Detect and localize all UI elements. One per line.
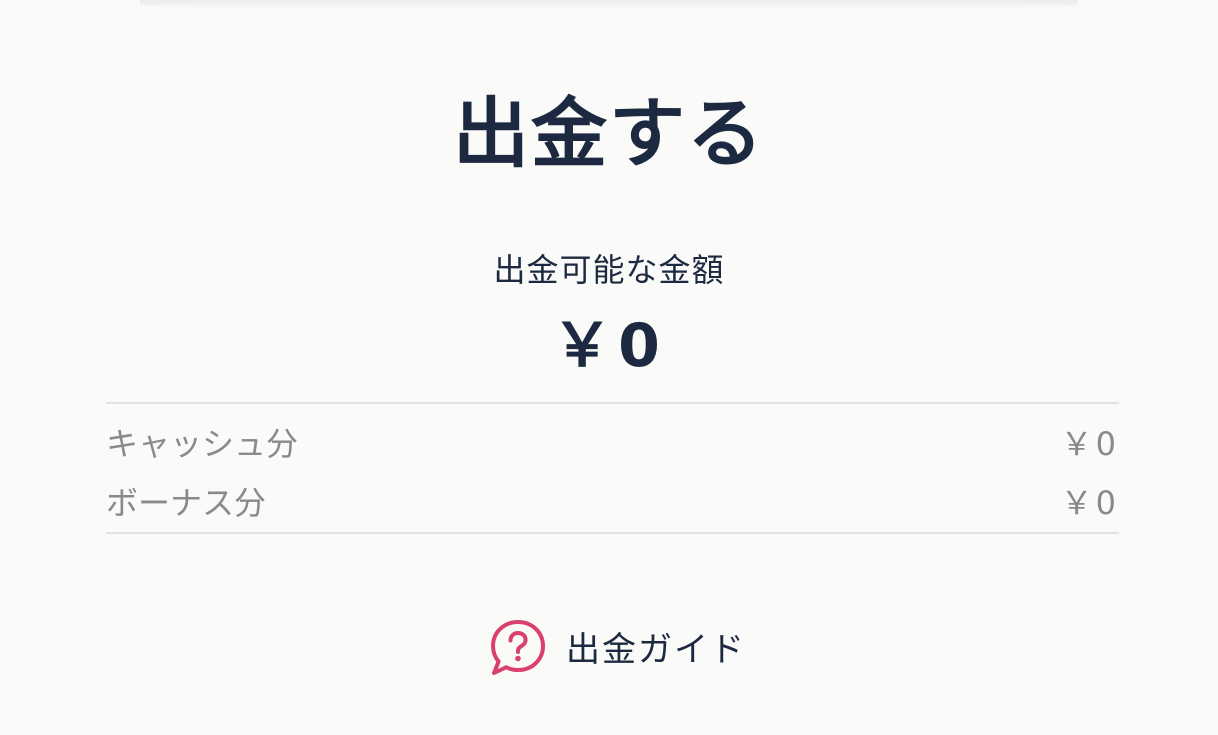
breakdown-value-bonus: ￥0	[1060, 484, 1119, 522]
breakdown-label-bonus: ボーナス分	[106, 484, 267, 522]
header-shadow	[140, 0, 1078, 10]
question-speech-bubble-icon	[488, 616, 548, 676]
withdrawable-amount-value: ￥0	[552, 311, 666, 381]
page-title: 出金する	[453, 89, 765, 178]
breakdown-divider-top	[106, 402, 1119, 404]
breakdown-row-bonus: ボーナス分 ￥0	[106, 479, 1119, 523]
breakdown-divider-bottom	[106, 532, 1119, 534]
breakdown-value-cash: ￥0	[1060, 425, 1119, 463]
breakdown-label-cash: キャッシュ分	[106, 425, 299, 463]
withdrawal-guide-label: 出金ガイド	[566, 629, 746, 670]
withdrawable-amount-label: 出金可能な金額	[493, 251, 725, 289]
breakdown-row-cash: キャッシュ分 ￥0	[106, 420, 1119, 464]
withdrawal-guide-link[interactable]: 出金ガイド	[488, 616, 746, 676]
